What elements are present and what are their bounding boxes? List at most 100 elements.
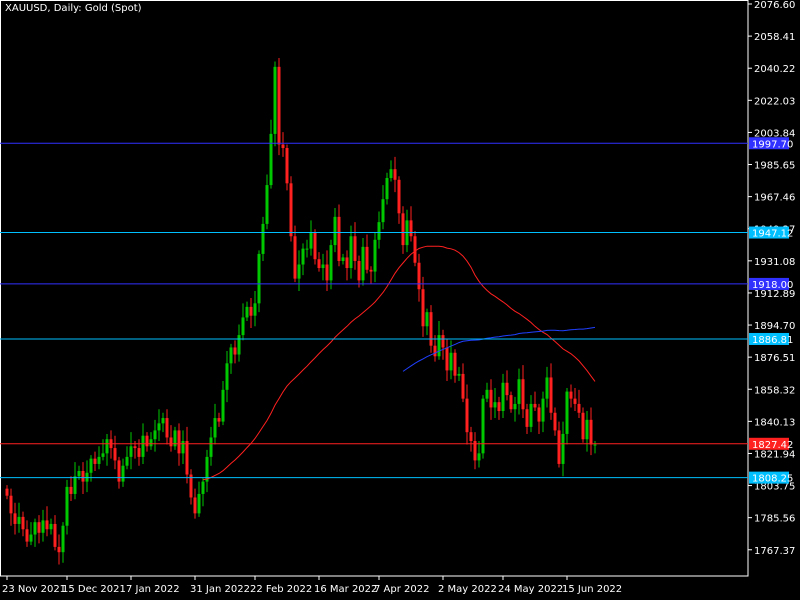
level-price-label: 1808.25 [752,474,793,485]
candle-body [245,306,249,318]
candle-body [501,382,505,411]
y-tick-label: 2040.22 [754,64,795,75]
candle-body [261,223,265,254]
candle-body [273,66,277,134]
candle-body [37,522,41,533]
candle-body [493,402,497,408]
candle-body [565,391,569,434]
candle-body [101,453,105,457]
y-tick-label: 1767.37 [754,546,795,557]
candle-body [409,220,413,237]
candle-body [125,456,129,466]
candle-body [165,418,169,438]
candle-body [569,391,573,399]
candle-body [469,432,473,441]
candle-body [329,245,333,281]
candle-body [309,232,313,249]
candle-body [397,179,401,214]
candle-body [197,493,201,514]
candle-body [545,377,549,399]
candle-body [421,289,425,327]
candle-body [225,363,229,390]
candle-body [481,398,485,454]
price-chart[interactable]: 2076.602058.412040.222022.032003.841985.… [0,0,800,600]
candle-body [137,448,141,457]
candle-body [509,395,513,410]
y-tick-label: 1967.46 [754,193,795,204]
candle-body [17,516,21,524]
candle-body [45,520,49,530]
candle-body [457,373,461,376]
candle-body [133,446,137,449]
candle-body [525,409,529,427]
candle-body [461,373,465,399]
candle-body [377,222,381,240]
candle-body [485,389,489,399]
chart-title: XAUUSD, Daily: Gold (Spot) [5,3,142,14]
level-price-label: 1827.42 [752,440,793,451]
candle-body [513,403,517,410]
candle-body [121,465,125,482]
y-tick-label: 1821.94 [754,449,795,460]
y-tick-label: 1840.13 [754,417,795,428]
level-price-label: 1886.81 [752,335,793,346]
ma-fast-line [202,245,596,481]
candle-body [253,303,257,316]
x-tick-label: 23 Nov 2021 [2,584,66,595]
candle-body [465,398,469,433]
candle-body [21,516,25,530]
candle-body [305,248,309,250]
candle-body [337,216,341,261]
candle-body [217,418,221,422]
candle-body [69,486,73,494]
candle-body [33,522,37,535]
candle-body [529,403,533,427]
candle-body [289,183,293,237]
candle-body [161,418,165,424]
candle-body [297,264,301,279]
candle-body [237,335,241,355]
candle-body [429,312,433,346]
x-tick-label: 24 May 2022 [498,584,563,595]
candle-body [341,257,345,261]
candle-body [181,440,185,454]
candle-body [49,523,53,530]
candle-body [313,232,317,260]
candle-body [241,317,245,336]
candle-body [393,169,397,180]
candle-body [489,389,493,408]
candle-body [477,453,481,461]
candle-body [345,257,349,269]
x-tick-label: 22 Feb 2022 [250,584,312,595]
y-tick-label: 1876.51 [754,353,795,364]
plot-frame [0,0,749,577]
candle-body [193,497,197,514]
candle-body [157,423,161,431]
x-tick-label: 15 Dec 2021 [62,584,126,595]
x-tick-label: 7 Jan 2022 [126,584,180,595]
candle-body [581,412,585,440]
candle-body [441,335,445,348]
candle-body [221,389,225,422]
candle-body [25,529,29,542]
candle-body [105,439,109,454]
candle-body [365,246,369,270]
candle-body [257,253,261,304]
y-tick-label: 2076.60 [754,0,795,11]
candle-body [141,435,145,457]
x-tick-label: 16 Mar 2022 [314,584,377,595]
candle-body [369,269,373,272]
candle-body [233,347,237,355]
candle-body [97,456,101,464]
candle-body [117,460,121,482]
candle-body [425,312,429,327]
candle-body [213,418,217,438]
candle-body [349,236,353,269]
candle-body [557,430,561,464]
candle-body [81,471,85,482]
y-tick-label: 1785.56 [754,514,795,525]
candle-body [541,398,545,422]
candle-body [145,435,149,447]
y-tick-label: 2022.03 [754,96,795,107]
candle-body [433,345,437,357]
